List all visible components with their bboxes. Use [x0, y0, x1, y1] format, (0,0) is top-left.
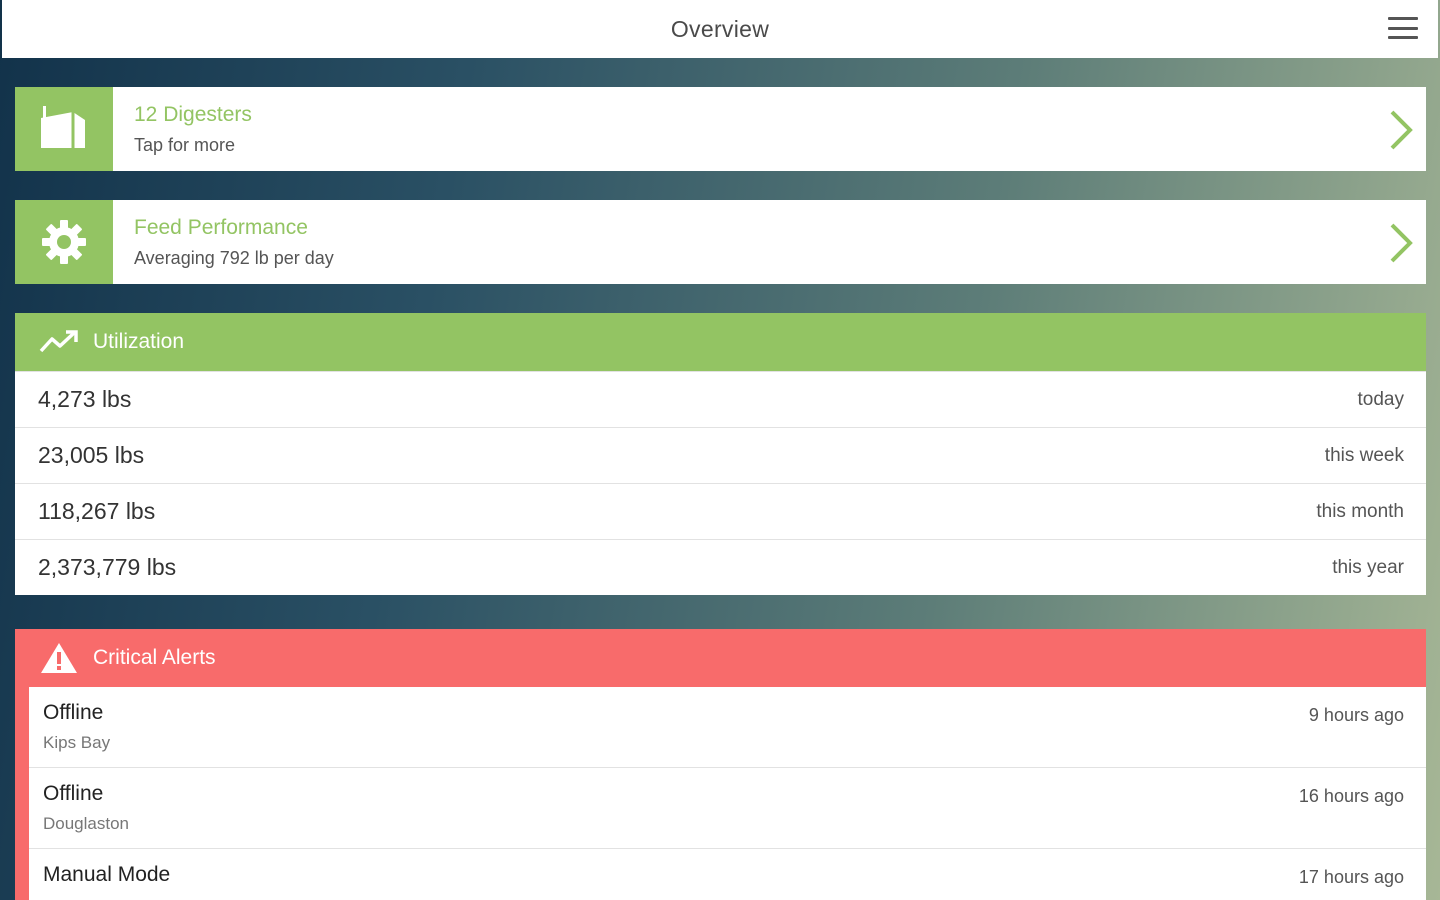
feed-performance-subtitle: Averaging 792 lb per day [134, 247, 334, 268]
warning-icon [41, 643, 77, 673]
top-bar: Overview [2, 0, 1438, 58]
alert-item[interactable]: Manual Mode 17 hours ago [29, 849, 1426, 900]
critical-alerts-header: Critical Alerts [29, 629, 1426, 687]
alert-location: Kips Bay [43, 733, 111, 752]
alert-title: Manual Mode [43, 863, 171, 886]
critical-alerts-panel: Critical Alerts Offline Kips Bay 9 hours… [15, 629, 1426, 900]
alert-time: 9 hours ago [1308, 705, 1404, 725]
utilization-title: Utilization [93, 330, 185, 353]
critical-alerts-title: Critical Alerts [93, 646, 216, 669]
alert-title: Offline [43, 701, 104, 724]
alert-list: Offline Kips Bay 9 hours ago Offline Dou… [29, 687, 1426, 900]
digesters-subtitle: Tap for more [134, 134, 236, 155]
utilization-row: 2,373,779 lbs this year [15, 539, 1426, 595]
alert-time: 16 hours ago [1298, 786, 1404, 806]
digester-icon-box [15, 87, 113, 171]
alert-location: Douglaston [43, 814, 130, 833]
digesters-card[interactable]: 12 Digesters Tap for more [15, 87, 1426, 171]
utilization-row: 118,267 lbs this month [15, 483, 1426, 539]
utilization-panel: Utilization 4,273 lbs today 23,005 lbs t… [15, 313, 1426, 595]
page-title: Overview [670, 15, 770, 42]
alert-title: Offline [43, 782, 104, 805]
digesters-title: 12 Digesters [134, 102, 252, 126]
trending-up-icon [39, 330, 78, 353]
utilization-row: 4,273 lbs today [15, 371, 1426, 427]
digester-icon [41, 106, 85, 148]
chevron-right-icon [1390, 223, 1413, 263]
utilization-value: 4,273 lbs [38, 386, 132, 412]
chevron-right-icon [1390, 110, 1413, 150]
alert-item[interactable]: Offline Kips Bay 9 hours ago [29, 687, 1426, 768]
utilization-period: this month [1316, 500, 1404, 522]
utilization-header: Utilization [15, 313, 1426, 371]
utilization-value: 2,373,779 lbs [38, 554, 177, 580]
feed-performance-title: Feed Performance [134, 215, 308, 239]
gear-icon [42, 220, 86, 264]
utilization-row: 23,005 lbs this week [15, 427, 1426, 483]
utilization-period: today [1357, 388, 1404, 410]
utilization-value: 23,005 lbs [38, 442, 145, 468]
feed-performance-card[interactable]: Feed Performance Averaging 792 lb per da… [15, 200, 1426, 284]
alert-item[interactable]: Offline Douglaston 16 hours ago [29, 768, 1426, 849]
utilization-period: this year [1332, 556, 1404, 578]
hamburger-menu-icon[interactable] [1388, 17, 1418, 39]
alert-time: 17 hours ago [1298, 867, 1404, 887]
gear-icon-box [15, 200, 113, 284]
utilization-period: this week [1324, 444, 1404, 466]
utilization-value: 118,267 lbs [38, 498, 156, 524]
